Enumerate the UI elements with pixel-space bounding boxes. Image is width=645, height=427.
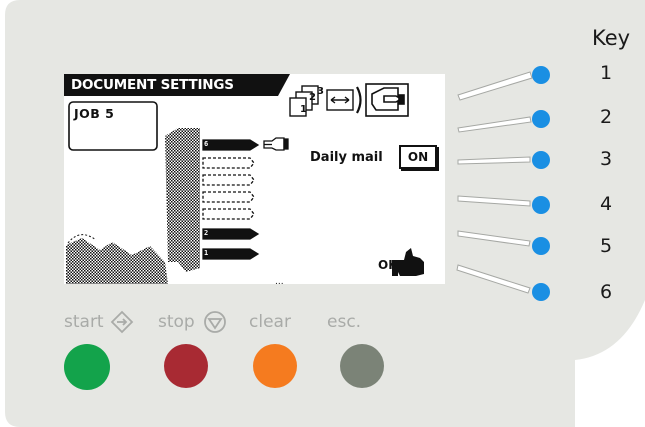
insert-hand-icon[interactable] <box>365 83 409 117</box>
station-label-6: 6 <box>204 140 208 148</box>
key-number-3: 3 <box>600 148 613 170</box>
start-button[interactable] <box>64 344 110 390</box>
key-led-3[interactable] <box>532 151 550 169</box>
start-label: start <box>64 312 104 332</box>
svg-text:2: 2 <box>309 92 316 103</box>
station-label-1: 1 <box>204 249 208 257</box>
ok-label: OK <box>378 258 398 272</box>
svg-text:...: ... <box>275 277 284 287</box>
key-led-1[interactable] <box>532 66 550 84</box>
key-number-5: 5 <box>600 235 613 257</box>
svg-text:3: 3 <box>317 86 324 97</box>
key-number-2: 2 <box>600 106 613 128</box>
esc-label: esc. <box>327 312 362 332</box>
key-led-6[interactable] <box>532 283 550 301</box>
job-number: JOB 5 <box>74 106 115 121</box>
clear-label: clear <box>249 312 291 332</box>
document-stack-icon: 1 2 3 <box>289 85 324 117</box>
key-led-5[interactable] <box>532 237 550 255</box>
daily-mail-toggle[interactable]: ON <box>399 145 437 169</box>
stop-label: stop <box>158 312 195 332</box>
start-diamond-icon <box>110 310 134 334</box>
key-number-1: 1 <box>600 62 613 84</box>
key-number-4: 4 <box>600 193 613 215</box>
key-led-4[interactable] <box>532 196 550 214</box>
pointing-hand-icon <box>263 137 289 151</box>
svg-text:1: 1 <box>300 104 307 115</box>
esc-button[interactable] <box>340 344 384 388</box>
key-title: Key <box>592 26 631 50</box>
station-label-2: 2 <box>204 229 208 237</box>
stop-circle-icon <box>204 311 226 333</box>
daily-mail-label: Daily mail <box>310 150 383 165</box>
screen-title: DOCUMENT SETTINGS <box>71 77 234 93</box>
key-led-2[interactable] <box>532 110 550 128</box>
envelope-width-icon <box>326 86 362 114</box>
key-number-6: 6 <box>600 281 613 303</box>
stop-button[interactable] <box>164 344 208 388</box>
clear-button[interactable] <box>253 344 297 388</box>
